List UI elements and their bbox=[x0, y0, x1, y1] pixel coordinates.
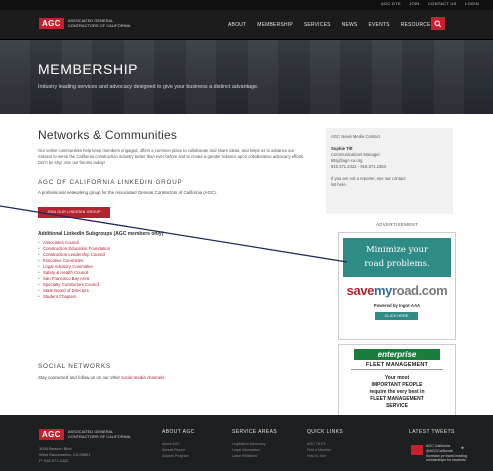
advertisement-label: ADVERTISEMENT bbox=[375, 222, 419, 227]
ad-body-line: require the very best in bbox=[369, 389, 425, 395]
footer-logo[interactable]: AGC ASSOCIATED GENERAL CONTRACTORS OF CA… bbox=[39, 429, 132, 440]
logo-mark: AGC bbox=[39, 18, 64, 29]
footer-col-title: LATEST TWEETS bbox=[409, 429, 455, 435]
footer-col-title: ABOUT AGC bbox=[162, 429, 195, 435]
site-footer: AGC ASSOCIATED GENERAL CONTRACTORS OF CA… bbox=[0, 415, 493, 471]
search-button[interactable] bbox=[431, 17, 445, 30]
nav-resources[interactable]: RESOURCES bbox=[401, 22, 434, 28]
footer-col-tweets: LATEST TWEETS bbox=[409, 429, 455, 441]
ad-headline-line1: Minimize your bbox=[365, 245, 429, 255]
ad-body-line: IMPORTANT PEOPLE bbox=[371, 382, 423, 388]
social-desc-text: Stay connected and follow us on our othe… bbox=[38, 375, 122, 380]
footer-link[interactable]: How to Join bbox=[307, 453, 343, 459]
fleet-management-title: FLEET MANAGEMENT bbox=[365, 362, 429, 368]
nav-services[interactable]: SERVICES bbox=[304, 22, 331, 28]
linkedin-heading: AGC OF CALIFORNIA LINKEDIN GROUP bbox=[38, 179, 183, 186]
savemyroad-logo: savemyroad.com bbox=[339, 283, 455, 298]
nav-about[interactable]: ABOUT bbox=[228, 22, 246, 28]
footer-col-title: QUICK LINKS bbox=[307, 429, 344, 435]
tweet-avatar bbox=[411, 445, 423, 455]
utility-bar: AGC DTE JOIN CONTACT US LOGIN bbox=[0, 0, 493, 10]
contact-phone: 916.371.2422 - 916.371.2353 bbox=[331, 164, 386, 169]
util-link-contact[interactable]: CONTACT US bbox=[428, 1, 457, 6]
enterprise-logo: enterprise bbox=[354, 349, 440, 360]
ad-body-line: FLEET MANAGEMENT bbox=[370, 396, 424, 402]
contact-heading: AGC News Media Contact bbox=[331, 134, 380, 139]
linkedin-description: A professional networking group for the … bbox=[38, 190, 217, 195]
ad-body: Your most IMPORTANT PEOPLE require the v… bbox=[339, 375, 455, 410]
section-title: Networks & Communities bbox=[38, 128, 178, 142]
contact-list-link[interactable]: list here. bbox=[331, 182, 347, 187]
contact-role: Communications Manager bbox=[331, 152, 380, 157]
util-link-join[interactable]: JOIN bbox=[409, 1, 419, 6]
site-header: AGC ASSOCIATED GENERAL CONTRACTORS OF CA… bbox=[0, 10, 493, 40]
subgroups-list: Associates Council Construction Educatio… bbox=[38, 240, 110, 300]
util-link-agc-dte[interactable]: AGC DTE bbox=[381, 1, 401, 6]
social-desc-end: . bbox=[164, 375, 166, 380]
intro-paragraph: Our online communities help keep members… bbox=[38, 148, 305, 165]
page: AGC DTE JOIN CONTACT US LOGIN AGC ASSOCI… bbox=[0, 0, 493, 471]
page-subtitle: Industry leading services and advocacy d… bbox=[38, 84, 259, 90]
ad-headline-band: Minimize your road problems. bbox=[343, 238, 451, 277]
subgroups-title: Additional LinkedIn Subgroups (AGC membe… bbox=[38, 231, 164, 237]
ad-powered-by: Powered by Ingot-AAA bbox=[373, 303, 421, 308]
ad-body-line: Your most bbox=[384, 375, 410, 381]
footer-link[interactable]: Awards Program bbox=[162, 453, 195, 459]
contact-email[interactable]: tittsj@agc-ca.org bbox=[331, 158, 362, 163]
subgroup-link[interactable]: Student Chapters bbox=[38, 294, 110, 300]
contact-name: Sophie Titt bbox=[331, 146, 353, 151]
main-nav: ABOUT MEMBERSHIP SERVICES NEWS EVENTS RE… bbox=[228, 22, 445, 28]
brand-road: road.com bbox=[392, 283, 448, 298]
search-icon bbox=[434, 20, 442, 28]
footer-address: 3095 Beacon Blvd West Sacramento, CA 956… bbox=[39, 446, 91, 464]
ad-divider bbox=[351, 369, 443, 370]
address-phone: P: 916.371.2422 bbox=[39, 458, 69, 463]
nav-events[interactable]: EVENTS bbox=[368, 22, 389, 28]
footer-col-about: ABOUT AGC About AGC Annual Report Awards… bbox=[162, 429, 195, 459]
page-title: MEMBERSHIP bbox=[38, 61, 139, 77]
twitter-bird-icon[interactable]: ✦ bbox=[460, 445, 465, 452]
ad-click-button[interactable]: CLICK HERE bbox=[375, 312, 418, 320]
footer-logo-mark: AGC bbox=[39, 429, 64, 440]
join-linkedin-button[interactable]: JOIN OUR LINKEDIN GROUP bbox=[38, 207, 110, 218]
footer-col-service: SERVICE AREAS Legislative Advocacy Legal… bbox=[232, 429, 277, 459]
footer-col-quick: QUICK LINKS AGC Tilt Fit Find a Member H… bbox=[307, 429, 343, 459]
ad-headline-line2: road problems. bbox=[364, 259, 430, 269]
nav-news[interactable]: NEWS bbox=[342, 22, 358, 28]
social-media-link[interactable]: social media channels bbox=[121, 375, 164, 380]
social-heading: SOCIAL NETWORKS bbox=[38, 363, 111, 370]
contact-note: If you are not a reporter, see our conta… bbox=[331, 176, 406, 181]
brand-save: save bbox=[346, 283, 375, 298]
footer-col-title: SERVICE AREAS bbox=[232, 429, 278, 435]
social-description: Stay connected and follow us on our othe… bbox=[38, 375, 166, 380]
util-link-login[interactable]: LOGIN bbox=[465, 1, 479, 6]
nav-membership[interactable]: MEMBERSHIP bbox=[257, 22, 293, 28]
hero-banner: MEMBERSHIP Industry leading services and… bbox=[0, 40, 493, 114]
footer-logo-text: ASSOCIATED GENERAL CONTRACTORS OF CALIFO… bbox=[67, 429, 131, 439]
tweet-body: scholarships for students bbox=[426, 458, 466, 463]
logo-text: ASSOCIATED GENERAL CONTRACTORS OF CALIFO… bbox=[67, 18, 131, 28]
footer-link[interactable]: Labor Relations bbox=[232, 453, 277, 459]
ad-body-line: SERVICE bbox=[386, 403, 408, 409]
media-contact-box: AGC News Media Contact Sophie Titt Commu… bbox=[326, 128, 453, 214]
utility-links: AGC DTE JOIN CONTACT US LOGIN bbox=[374, 1, 479, 6]
brand-my: my bbox=[374, 283, 392, 298]
site-logo[interactable]: AGC ASSOCIATED GENERAL CONTRACTORS OF CA… bbox=[39, 18, 132, 29]
savemyroad-ad[interactable]: Minimize your road problems. savemyroad.… bbox=[338, 232, 456, 340]
